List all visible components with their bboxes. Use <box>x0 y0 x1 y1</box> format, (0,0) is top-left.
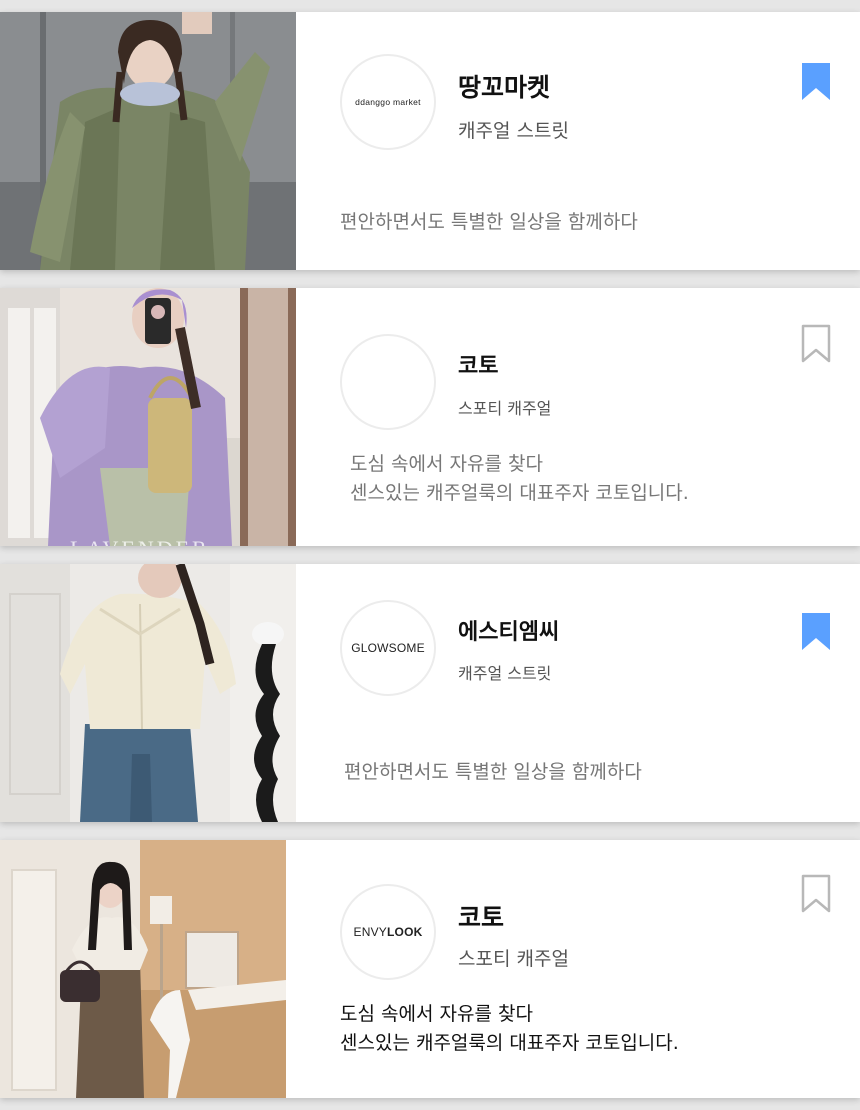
shop-card[interactable]: ddanggo market 땅꼬마켓 캐주얼 스트릿 편안하면서도 특별한 일… <box>0 12 860 270</box>
shop-description-line: 편안하면서도 특별한 일상을 함께하다 <box>340 211 638 233</box>
shop-description-line: 도심 속에서 자유를 찾다 <box>340 1003 533 1025</box>
shop-description-line: 편안하면서도 특별한 일상을 함께하다 <box>344 761 642 783</box>
shop-logo[interactable]: GLOWSOME <box>340 600 436 696</box>
shop-description: 편안하면서도 특별한 일상을 함께하다 <box>344 758 642 787</box>
shop-card[interactable]: ENVYLOOK 코토 스포티 캐주얼 도심 속에서 자유를 찾다 센스있는 캐… <box>0 840 860 1098</box>
shop-name[interactable]: 코토 <box>458 348 498 380</box>
shop-style-tag: 캐주얼 스트릿 <box>458 120 569 142</box>
shop-logo[interactable] <box>340 334 436 430</box>
shop-photo[interactable]: LAVENDER <box>0 288 296 546</box>
shop-style-tag: 스포티 캐주얼 <box>458 399 552 418</box>
shop-name[interactable]: 땅꼬마켓 <box>458 68 550 104</box>
shop-description: 도심 속에서 자유를 찾다 센스있는 캐주얼룩의 대표주자 코토입니다. <box>350 450 689 509</box>
bookmark-filled-icon[interactable] <box>800 612 832 652</box>
shop-photo[interactable] <box>0 12 296 270</box>
shop-name[interactable]: 에스티엠씨 <box>458 614 559 646</box>
shop-description-line: 센스있는 캐주얼룩의 대표주자 코토입니다. <box>350 482 689 505</box>
shop-description-line: 도심 속에서 자유를 찾다 <box>350 453 543 475</box>
shop-description: 도심 속에서 자유를 찾다 센스있는 캐주얼룩의 대표주자 코토입니다. <box>340 1000 679 1059</box>
shop-card[interactable]: LAVENDER 코토 스포티 캐주얼 도심 속에서 자유를 찾다 센스있는 캐… <box>0 288 860 546</box>
shop-style-tag: 캐주얼 스트릿 <box>458 664 552 683</box>
photo-watermark-text: LAVENDER <box>70 536 210 546</box>
shop-description: 편안하면서도 특별한 일상을 함께하다 <box>340 208 638 237</box>
shop-logo[interactable]: ENVYLOOK <box>340 884 436 980</box>
shop-name[interactable]: 코토 <box>458 898 504 934</box>
shop-style-tag: 스포티 캐주얼 <box>458 948 569 970</box>
shop-photo[interactable] <box>0 840 286 1098</box>
shop-feed: ddanggo market 땅꼬마켓 캐주얼 스트릿 편안하면서도 특별한 일… <box>0 0 860 1110</box>
shop-logo[interactable]: ddanggo market <box>340 54 436 150</box>
shop-description-line: 센스있는 캐주얼룩의 대표주자 코토입니다. <box>340 1032 679 1055</box>
shop-photo[interactable] <box>0 564 296 822</box>
bookmark-filled-icon[interactable] <box>800 62 832 102</box>
shop-card[interactable]: GLOWSOME 에스티엠씨 캐주얼 스트릿 편안하면서도 특별한 일상을 함께… <box>0 564 860 822</box>
bookmark-outline-icon[interactable] <box>800 324 832 364</box>
bookmark-outline-icon[interactable] <box>800 874 832 914</box>
